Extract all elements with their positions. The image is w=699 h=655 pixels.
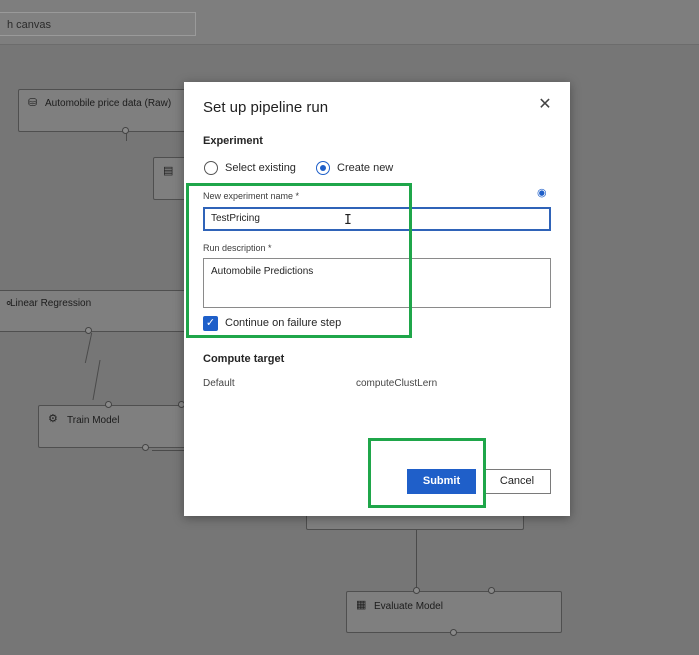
connector <box>84 333 93 363</box>
output-port[interactable] <box>122 127 129 134</box>
node-label: Automobile price data (Raw) <box>45 98 172 109</box>
continue-on-failure-label: Continue on failure step <box>225 317 342 329</box>
connector <box>92 360 101 400</box>
text-cursor-icon: I <box>344 213 352 228</box>
database-icon: ⛁ <box>28 97 38 109</box>
evaluate-icon: ▦ <box>356 599 367 611</box>
experiment-heading: Experiment <box>203 135 263 147</box>
radio-select-existing-label: Select existing <box>225 162 296 174</box>
node-automobile-price-data[interactable]: ⛁ Automobile price data (Raw) <box>18 89 186 132</box>
input-port[interactable] <box>413 587 420 594</box>
radio-create-new[interactable] <box>316 161 330 175</box>
search-canvas-input[interactable]: h canvas <box>0 12 196 36</box>
compute-target-heading: Compute target <box>203 353 285 365</box>
module-icon: ▤ <box>163 165 174 177</box>
canvas-toolbar: h canvas <box>0 0 699 45</box>
new-experiment-label: New experiment name * <box>203 191 300 201</box>
compute-target-value[interactable]: computeClustLern <box>356 378 437 389</box>
node-label: Evaluate Model <box>374 601 443 612</box>
connector <box>152 450 186 451</box>
train-icon: ⚙ <box>48 413 58 425</box>
dialog-title: Set up pipeline run <box>203 99 329 116</box>
new-experiment-name-input[interactable]: TestPricing <box>203 207 551 231</box>
close-icon[interactable]: ✕ <box>536 96 554 114</box>
node-label: Linear Regression <box>10 298 92 309</box>
submit-button[interactable]: Submit <box>407 469 476 494</box>
node-linear-regression[interactable]: ⚬ Linear Regression <box>0 290 186 332</box>
run-description-label: Run description * <box>203 243 272 253</box>
cancel-button[interactable]: Cancel <box>483 469 551 494</box>
node-train-model[interactable]: ⚙ Train Model <box>38 405 186 448</box>
run-description-textarea[interactable]: Automobile Predictions <box>203 258 551 308</box>
output-port[interactable] <box>85 327 92 334</box>
node-label: Train Model <box>67 415 120 426</box>
input-port[interactable] <box>105 401 112 408</box>
input-port[interactable] <box>488 587 495 594</box>
continue-on-failure-checkbox[interactable]: ✓ <box>203 316 218 331</box>
output-port[interactable] <box>450 629 457 636</box>
compute-default-label: Default <box>203 378 235 389</box>
node-evaluate-model[interactable]: ▦ Evaluate Model <box>346 591 562 633</box>
eye-icon[interactable]: ◉ <box>537 186 547 199</box>
radio-select-existing[interactable] <box>204 161 218 175</box>
pipeline-run-dialog: Set up pipeline run ✕ Experiment Select … <box>184 82 570 516</box>
connector <box>416 530 417 590</box>
radio-create-new-label: Create new <box>337 162 394 174</box>
output-port[interactable] <box>142 444 149 451</box>
